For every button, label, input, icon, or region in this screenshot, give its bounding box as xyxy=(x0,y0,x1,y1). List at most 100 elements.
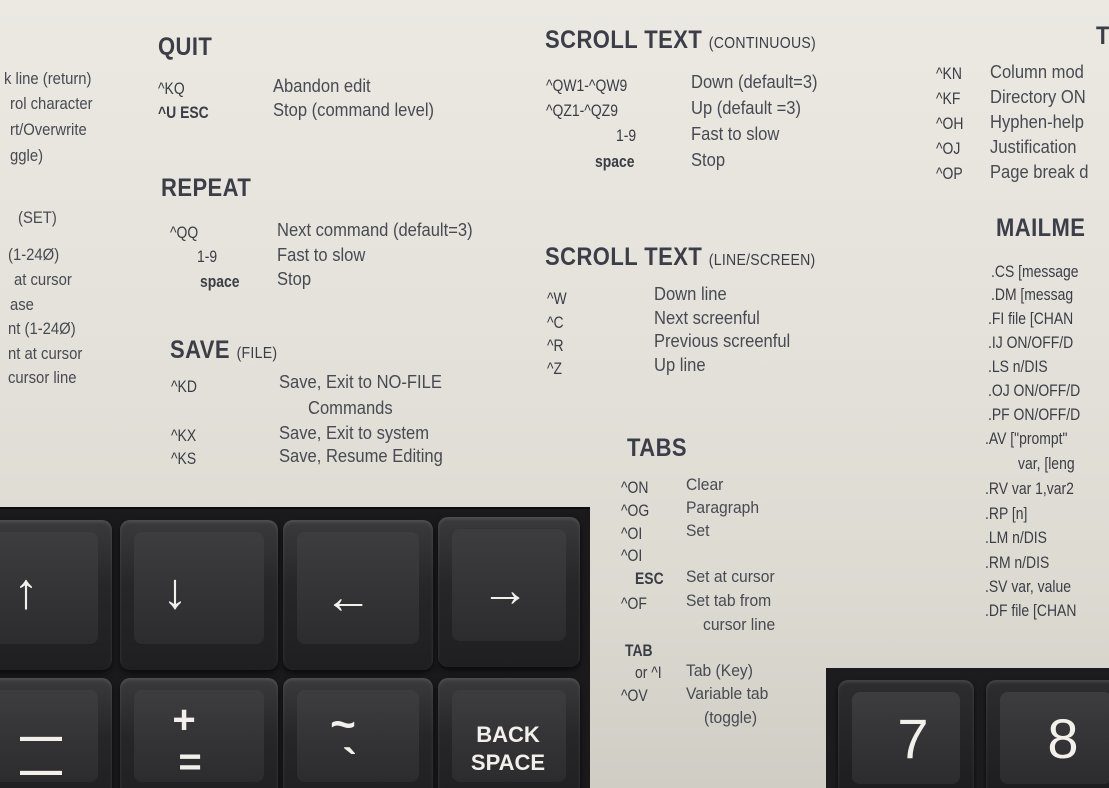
left-line-11: cursor line xyxy=(8,369,77,387)
tabs-key-9: or ^I xyxy=(635,663,662,682)
repeat-key-2: 1-9 xyxy=(197,247,218,266)
mm-line-14: .SV var, value xyxy=(985,577,1072,596)
on-key-4: ^OJ xyxy=(936,139,961,158)
repeat-desc-3: Stop xyxy=(277,269,312,289)
scroll-c-key-1: ^QW1-^QW9 xyxy=(546,76,628,95)
tabs-key-3: ^OI xyxy=(621,524,643,543)
left-line-5: (SET) xyxy=(18,209,57,227)
mm-line-15: .DF file [CHAN xyxy=(985,601,1077,620)
mm-line-6: .OJ ON/OFF/D xyxy=(988,381,1081,400)
seven-label: 7 xyxy=(897,707,929,770)
on-key-2: ^KF xyxy=(936,89,961,108)
scroll-c-desc-1: Down (default=3) xyxy=(691,72,818,92)
tabs-desc-1: Clear xyxy=(686,475,724,494)
save-key-1: ^KD xyxy=(171,377,197,396)
scroll-c-desc-2: Up (default =3) xyxy=(691,98,802,118)
repeat-title: REPEAT xyxy=(161,174,252,202)
mm-line-1: .CS [message xyxy=(991,262,1079,281)
tabs-desc-3: Set xyxy=(686,521,710,540)
scroll-c-key-4: space xyxy=(595,152,635,171)
repeat-desc-2: Fast to slow xyxy=(277,245,366,265)
left-line-9: nt (1-24Ø) xyxy=(8,320,76,338)
mm-line-10: .RV var 1,var2 xyxy=(985,479,1074,498)
on-key-1: ^KN xyxy=(936,64,962,83)
save-title: SAVE (FILE) xyxy=(170,336,277,365)
tabs-key-5: ESC xyxy=(635,569,664,588)
eight-label: 8 xyxy=(1047,707,1079,770)
on-desc-5: Page break d xyxy=(990,162,1089,182)
scroll-line-title: SCROLL TEXT (LINE/SCREEN) xyxy=(545,243,816,272)
tabs-key-1: ^ON xyxy=(621,478,649,497)
left-line-4: ggle) xyxy=(10,147,44,165)
quit-key-2: ^U ESC xyxy=(158,103,209,122)
left-arrow-icon: ← xyxy=(324,571,372,624)
mailmerge-title: MAILME xyxy=(996,214,1086,242)
save-subtitle: (FILE) xyxy=(236,345,278,362)
plus-label: + xyxy=(172,698,196,742)
mm-line-11: .RP [n] xyxy=(985,504,1028,523)
down-arrow-icon: ↓ xyxy=(162,563,188,619)
save-title-main: SAVE xyxy=(170,336,231,364)
scroll-c-key-2: ^QZ1-^QZ9 xyxy=(546,101,618,120)
tabs-key-10: ^OV xyxy=(621,686,648,705)
mm-line-13: .RM n/DIS xyxy=(985,553,1050,572)
backtick-label: ` xyxy=(342,740,358,788)
tabs-desc-9: Tab (Key) xyxy=(686,661,753,680)
mm-line-4: .IJ ON/OFF/D xyxy=(988,333,1074,352)
scroll-c-desc-3: Fast to slow xyxy=(691,124,780,144)
left-line-3: rt/Overwrite xyxy=(10,121,87,139)
scroll-l-desc-2: Next screenful xyxy=(654,308,760,328)
save-desc-3: Save, Exit to system xyxy=(279,423,430,443)
tabs-key-6: ^OF xyxy=(621,594,647,613)
tabs-desc-2: Paragraph xyxy=(686,498,760,517)
tabs-key-4: ^OI xyxy=(621,546,643,565)
repeat-key-1: ^QQ xyxy=(170,223,199,242)
up-arrow-icon: ↑ xyxy=(13,563,39,619)
scroll-continuous-title-main: SCROLL TEXT xyxy=(545,26,703,54)
scroll-l-desc-3: Previous screenful xyxy=(654,331,791,351)
tabs-key-8: TAB xyxy=(625,641,653,660)
photo-scene: k line (return) rol character rt/Overwri… xyxy=(0,0,1109,788)
backspace-line1: BACK xyxy=(476,722,540,747)
tabs-desc-5: Set at cursor xyxy=(686,567,775,586)
onscreen-title-fragment: T xyxy=(1096,22,1109,50)
scroll-continuous-title: SCROLL TEXT (CONTINUOUS) xyxy=(545,26,816,55)
quit-desc-1: Abandon edit xyxy=(273,76,371,96)
scroll-l-key-2: ^C xyxy=(547,313,564,332)
on-desc-2: Directory ON xyxy=(990,87,1086,107)
left-line-2: rol character xyxy=(10,95,93,113)
backspace-line2: SPACE xyxy=(470,750,546,775)
scroll-line-subtitle: (LINE/SCREEN) xyxy=(708,252,816,269)
mm-line-8: .AV ["prompt" xyxy=(985,429,1068,448)
save-desc-4: Save, Resume Editing xyxy=(279,446,443,466)
scroll-c-key-3: 1-9 xyxy=(616,126,637,145)
down-arrow-key[interactable] xyxy=(120,520,278,670)
mm-line-9: var, [leng xyxy=(1018,454,1075,473)
scroll-line-title-main: SCROLL TEXT xyxy=(545,243,703,271)
mm-line-5: .LS n/DIS xyxy=(988,357,1048,376)
on-key-3: ^OH xyxy=(936,114,964,133)
save-key-3: ^KX xyxy=(171,426,197,445)
left-line-1: k line (return) xyxy=(4,70,92,88)
tabs-desc-7: cursor line xyxy=(703,615,776,634)
scroll-l-key-1: ^W xyxy=(547,289,567,308)
minus-bottom-label: — xyxy=(20,746,62,788)
quit-key-1: ^KQ xyxy=(158,79,185,98)
mm-line-12: .LM n/DIS xyxy=(985,528,1047,547)
save-desc-2: Commands xyxy=(308,398,393,418)
on-desc-4: Justification xyxy=(990,137,1077,157)
tabs-desc-10: Variable tab xyxy=(686,684,769,703)
repeat-desc-1: Next command (default=3) xyxy=(277,220,473,240)
save-key-4: ^KS xyxy=(171,449,197,468)
scroll-l-key-3: ^R xyxy=(547,336,564,355)
scroll-continuous-subtitle: (CONTINUOUS) xyxy=(708,35,816,52)
save-desc-1: Save, Exit to NO-FILE xyxy=(279,372,442,392)
right-arrow-icon: → xyxy=(481,564,529,617)
left-line-6: (1-24Ø) xyxy=(8,246,60,264)
equal-label: = xyxy=(178,740,202,784)
tabs-desc-6: Set tab from xyxy=(686,591,772,610)
scroll-l-desc-4: Up line xyxy=(654,355,706,375)
mm-line-2: .DM [messag xyxy=(991,285,1074,304)
on-key-5: ^OP xyxy=(936,164,963,183)
on-desc-1: Column mod xyxy=(990,62,1084,82)
